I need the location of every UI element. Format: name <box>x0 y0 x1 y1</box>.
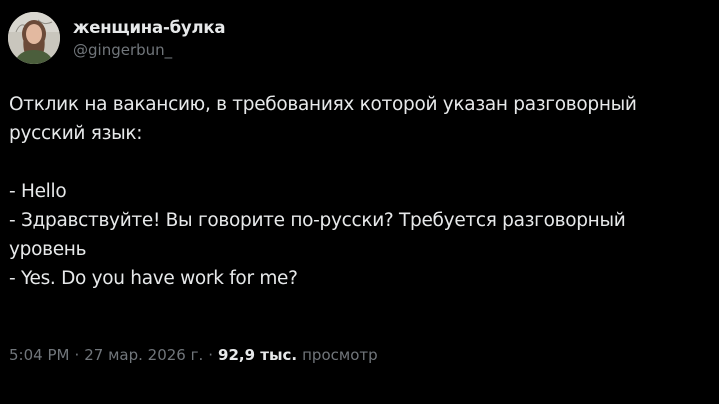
tweet-text-line: Отклик на вакансию, в требованиях которо… <box>9 94 637 115</box>
tweet-text-line: уровень <box>9 239 87 260</box>
tweet-header: женщина-булка @gingerbun_ <box>8 12 225 64</box>
avatar[interactable] <box>8 12 60 64</box>
tweet-text-line <box>9 148 714 177</box>
author-display-name[interactable]: женщина-булка <box>73 17 225 38</box>
tweet-time[interactable]: 5:04 PM <box>9 346 69 364</box>
tweet-card: женщина-булка @gingerbun_ Отклик на вака… <box>0 0 719 404</box>
tweet-text-line: русский язык: <box>9 123 143 144</box>
tweet-date[interactable]: 27 мар. 2026 г. <box>84 346 203 364</box>
author-names: женщина-булка @gingerbun_ <box>73 12 225 64</box>
tweet-text-line: - Yes. Do you have work for me? <box>9 268 298 289</box>
tweet-text-line: - Здравствуйте! Вы говорите по-русски? Т… <box>9 210 626 231</box>
views-count: 92,9 тыс. <box>218 346 298 364</box>
views-label: просмотр <box>302 346 378 364</box>
author-handle[interactable]: @gingerbun_ <box>73 40 225 60</box>
tweet-text-line: - Hello <box>9 181 67 202</box>
avatar-image <box>8 12 60 64</box>
meta-separator: · <box>208 346 214 364</box>
tweet-meta: 5:04 PM · 27 мар. 2026 г. · 92,9 тыс. пр… <box>9 343 378 367</box>
meta-separator: · <box>74 346 80 364</box>
tweet-text: Отклик на вакансию, в требованиях которо… <box>9 90 714 293</box>
